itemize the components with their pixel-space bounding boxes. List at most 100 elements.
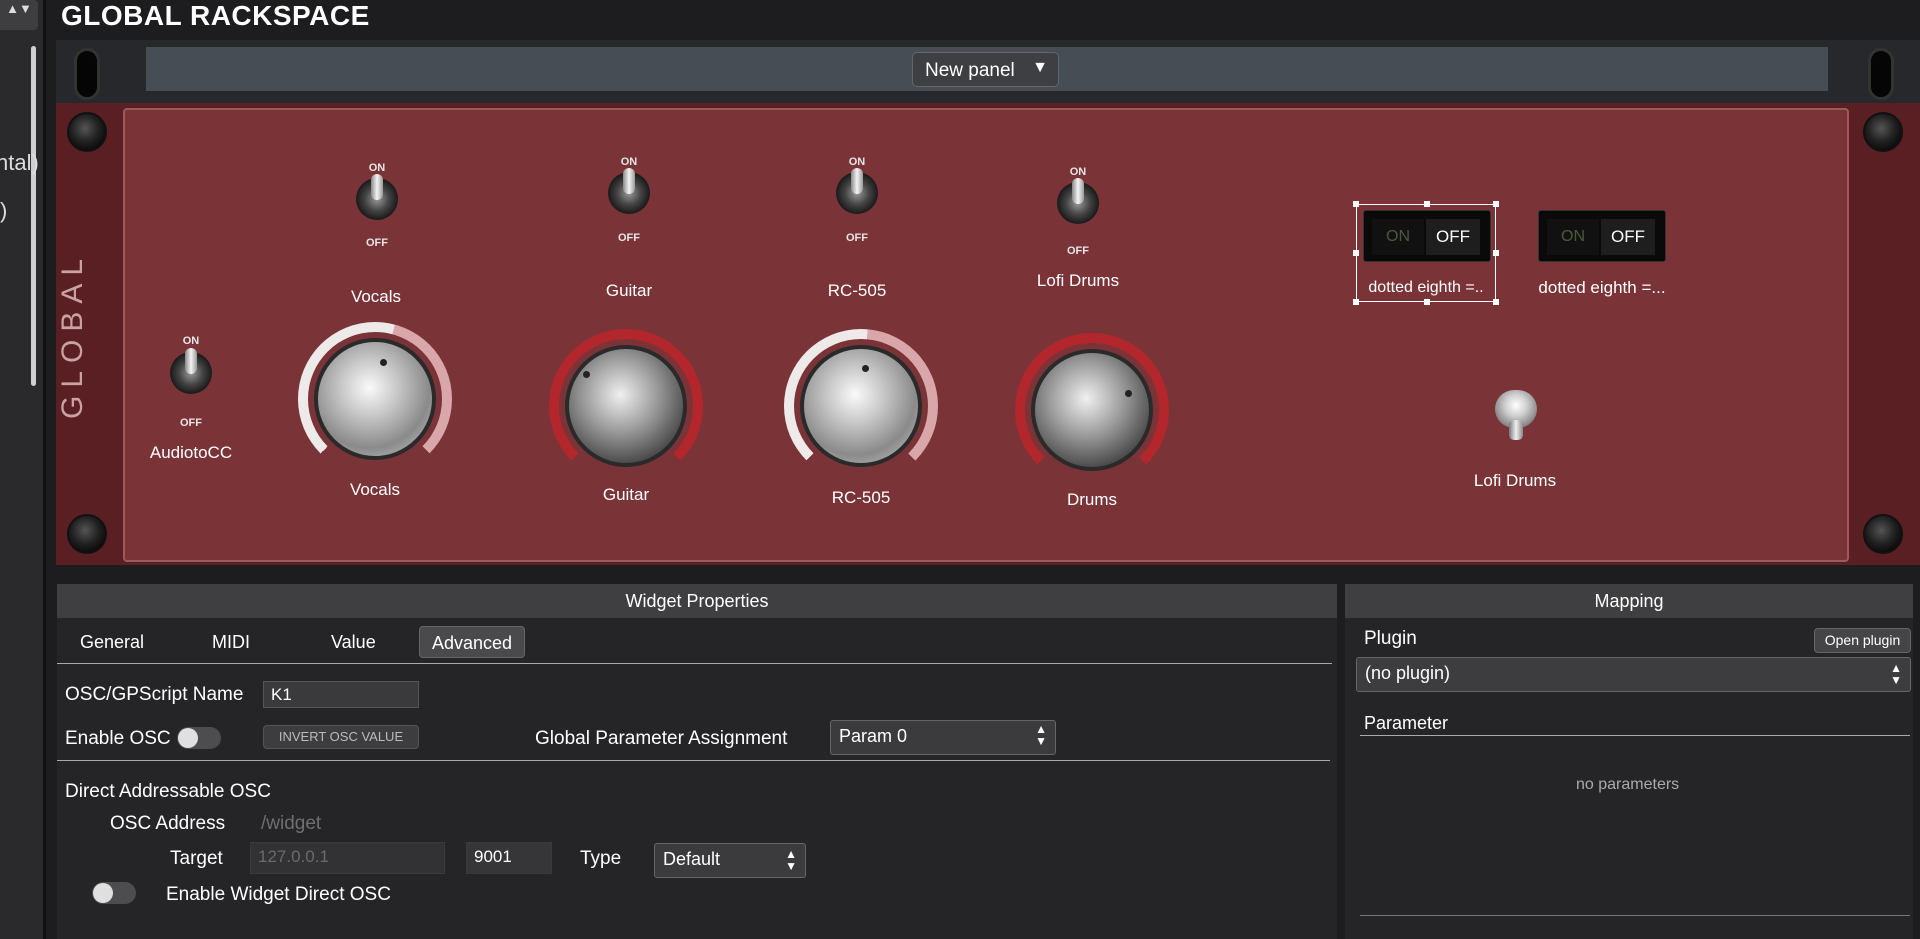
plugin-select-value: (no plugin)	[1365, 663, 1451, 683]
knob-cap	[565, 345, 687, 467]
global-param-select[interactable]: Param 0 ▲ ▼	[830, 720, 1056, 755]
panel-selector-value: New panel	[925, 60, 1015, 81]
divider	[1360, 915, 1910, 916]
tab-advanced[interactable]: Advanced	[419, 626, 526, 658]
tab-midi[interactable]: MIDI	[200, 626, 262, 658]
toggle-switch-rc505[interactable]	[836, 168, 878, 214]
toggle-knob	[178, 728, 198, 748]
page-title: GLOBAL RACKSPACE	[61, 0, 370, 31]
enable-osc-toggle[interactable]	[177, 727, 221, 749]
direct-osc-heading: Direct Addressable OSC	[65, 781, 271, 802]
switch-on-label: ON	[620, 156, 638, 168]
switch-off-label: OFF	[1067, 245, 1089, 257]
sidebar-text: )	[0, 198, 8, 223]
invert-osc-button[interactable]: INVERT OSC VALUE	[263, 725, 419, 749]
knob-vocals[interactable]	[298, 322, 452, 476]
osc-type-value: Default	[663, 849, 721, 869]
target-ip-input[interactable]: 127.0.0.1	[250, 842, 445, 874]
type-label: Type	[580, 848, 622, 869]
enable-direct-osc-toggle[interactable]	[92, 882, 136, 904]
knob-cap	[1031, 349, 1153, 471]
osc-name-input[interactable]: K1	[263, 681, 419, 708]
resize-handle[interactable]	[1353, 250, 1359, 256]
toggle-lever	[851, 168, 863, 194]
resize-handle[interactable]	[1493, 299, 1499, 305]
switch-on-label: ON	[1069, 166, 1087, 178]
switch-on-label: ON	[368, 162, 386, 174]
resize-handle[interactable]	[1353, 201, 1359, 207]
widget-properties-header: Widget Properties	[57, 584, 1337, 618]
switch-label: RC-505	[827, 281, 887, 300]
resize-handle[interactable]	[1424, 299, 1430, 305]
knob-label: Drums	[1066, 490, 1118, 509]
global-param-label: Global Parameter Assignment	[535, 728, 788, 749]
open-plugin-button[interactable]: Open plugin	[1814, 628, 1911, 653]
mapping-header: Mapping	[1345, 584, 1913, 618]
tab-value[interactable]: Value	[319, 626, 388, 658]
switch-off-label: OFF	[618, 232, 640, 244]
toggle-switch-lofi-drums[interactable]	[1057, 178, 1099, 224]
rocker-off-label: OFF	[1601, 219, 1655, 255]
plugin-label: Plugin	[1364, 628, 1417, 649]
enable-direct-osc-label: Enable Widget Direct OSC	[166, 884, 391, 905]
knob-guitar[interactable]	[549, 329, 703, 483]
switch-off-label: OFF	[366, 237, 388, 249]
sidebar-text: ntal)	[0, 150, 39, 175]
switch-on-label: ON	[182, 335, 200, 347]
osc-address-input[interactable]: /widget	[261, 813, 321, 835]
knob-indicator	[583, 371, 590, 378]
chevron-down-icon: ▼	[1032, 59, 1048, 76]
knob-label: RC-505	[831, 488, 891, 507]
toggle-lever	[623, 168, 635, 194]
panel-selector-dropdown[interactable]: New panel ▼	[912, 52, 1059, 87]
osc-type-select[interactable]: Default ▲ ▼	[654, 843, 806, 878]
sidebar-scrollbar[interactable]	[31, 46, 36, 386]
switch-label: Vocals	[350, 287, 402, 306]
rocker-switch-2[interactable]: ON OFF	[1538, 210, 1666, 262]
enable-osc-label: Enable OSC	[65, 728, 171, 749]
resize-handle[interactable]	[1493, 250, 1499, 256]
resize-handle[interactable]	[1424, 201, 1430, 207]
knob-cap	[800, 345, 922, 467]
knob-drums[interactable]	[1015, 333, 1169, 487]
switch-label: Lofi Drums	[1473, 471, 1557, 490]
screw-icon	[67, 514, 107, 554]
toggle-lever	[371, 174, 383, 200]
knob-indicator	[1125, 390, 1132, 397]
toggle-switch-guitar[interactable]	[608, 168, 650, 214]
switch-label: Lofi Drums	[1036, 271, 1120, 290]
screw-icon	[1863, 112, 1903, 152]
rocker-label: dotted eighth =...	[1538, 278, 1666, 297]
rackspace-side-label: GLOBAL	[56, 250, 89, 420]
switch-label: AudiotoCC	[149, 443, 233, 462]
resize-handle[interactable]	[1493, 201, 1499, 207]
updown-arrows-icon: ▲ ▼	[1035, 722, 1047, 748]
toggle-switch-vocals[interactable]	[356, 174, 398, 220]
tab-general[interactable]: General	[68, 626, 156, 658]
lever-stem	[1509, 420, 1523, 440]
rocker-switch-1[interactable]: ON OFF	[1363, 210, 1491, 262]
resize-handle[interactable]	[1353, 299, 1359, 305]
knob-label: Guitar	[602, 485, 650, 504]
toggle-switch-audiotocc[interactable]	[170, 348, 212, 394]
osc-address-label: OSC Address	[110, 813, 226, 834]
rack-slot	[74, 48, 100, 100]
rocker-on-label: ON	[1547, 219, 1599, 255]
lever-switch-lofi-drums[interactable]	[1495, 390, 1537, 450]
divider	[57, 760, 1330, 761]
rackspace-select-arrows[interactable]: ▲▼	[0, 0, 38, 30]
knob-cap	[314, 338, 436, 460]
knob-rc505[interactable]	[784, 329, 938, 483]
target-port-input[interactable]: 9001	[466, 842, 552, 874]
rocker-label: dotted eighth =..	[1368, 279, 1484, 296]
rocker-on-label: ON	[1372, 219, 1424, 255]
no-parameters-text: no parameters	[1576, 776, 1680, 793]
screw-icon	[1863, 514, 1903, 554]
parameter-label: Parameter	[1364, 713, 1449, 733]
updown-arrows-icon: ▲ ▼	[785, 847, 797, 873]
toggle-lever	[1072, 178, 1084, 204]
plugin-select[interactable]: (no plugin) ▲ ▼	[1356, 657, 1911, 692]
updown-arrows-icon: ▲ ▼	[1890, 661, 1902, 687]
switch-off-label: OFF	[180, 417, 202, 429]
knob-indicator	[380, 359, 387, 366]
